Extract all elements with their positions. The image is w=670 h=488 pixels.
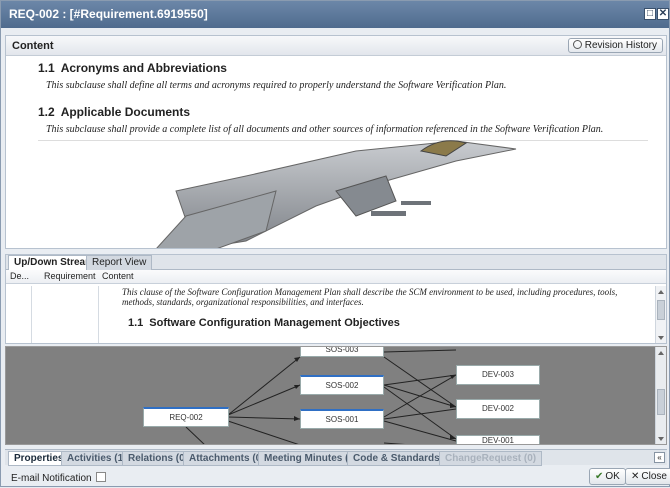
diagram-node-req-002[interactable]: REQ-002 xyxy=(143,407,229,427)
stream-body-text: This clause of the Software Configuratio… xyxy=(122,287,618,307)
diagram-node-sos-003[interactable]: SOS-003 xyxy=(300,347,384,357)
diagram-node-sos-002[interactable]: SOS-002 xyxy=(300,375,384,395)
window-title: REQ-002 : [#Requirement.6919550] xyxy=(9,7,208,21)
content-panel-header: Content Revision History xyxy=(6,36,666,56)
scroll-thumb[interactable] xyxy=(657,300,665,320)
content-panel-title: Content xyxy=(12,40,54,52)
content-panel: Content Revision History 1.1 Acronyms and… xyxy=(5,35,667,249)
email-notification-label: E-mail Notification xyxy=(11,473,92,484)
stream-panel: Up/Down Stream Report View De... Require… xyxy=(5,254,667,344)
diagram-node-dev-001[interactable]: DEV-001 xyxy=(456,435,540,444)
scroll-down-icon[interactable] xyxy=(658,336,664,340)
column-divider xyxy=(31,286,32,343)
ok-button[interactable]: ✔ OK xyxy=(589,468,626,485)
requirement-window: REQ-002 : [#Requirement.6919550] □ ✕ Con… xyxy=(0,0,670,487)
section-heading: 1.2 Applicable Documents xyxy=(38,105,191,119)
history-clock-icon xyxy=(572,40,582,49)
stream-body-heading: 1.1 Software Configuration Management Obj… xyxy=(128,317,400,329)
section-heading: 1.1 Acronyms and Abbreviations xyxy=(38,61,227,75)
diagram-connectors xyxy=(185,349,457,444)
document-body[interactable]: 1.1 Acronyms and Abbreviations This subcl… xyxy=(6,56,666,141)
column-header-content[interactable]: Content xyxy=(102,270,134,283)
scroll-up-icon[interactable] xyxy=(658,351,664,355)
stream-content-cell: This clause of the Software Configuratio… xyxy=(102,287,642,329)
scroll-thumb[interactable] xyxy=(657,389,665,415)
properties-tabbar: Properties Activities (1) Relations (0) … xyxy=(5,449,667,466)
revision-history-button[interactable]: Revision History xyxy=(567,38,663,53)
scroll-down-icon[interactable] xyxy=(658,437,664,441)
email-notification-checkbox[interactable] xyxy=(95,472,106,482)
column-header-requirement[interactable]: Requirement xyxy=(44,270,96,283)
window-titlebar[interactable]: REQ-002 : [#Requirement.6919550] □ ✕ xyxy=(1,1,669,28)
diagram-node-dev-003[interactable]: DEV-003 xyxy=(456,365,540,385)
stream-grid-header: De... Requirement Content xyxy=(6,270,666,284)
scroll-up-icon[interactable] xyxy=(658,290,664,294)
window-footer: E-mail Notification ✔ OK ✕ Close xyxy=(1,466,670,488)
section-text: This subclause shall define all terms an… xyxy=(46,80,507,91)
fighter-jet-image xyxy=(156,140,517,248)
tab-change-request: ChangeRequest (0) xyxy=(439,451,543,466)
column-header-de[interactable]: De... xyxy=(10,270,29,283)
collapse-icon[interactable]: « xyxy=(654,452,665,463)
tab-report-view[interactable]: Report View xyxy=(86,255,153,270)
revision-history-label: Revision History xyxy=(584,40,657,51)
column-divider xyxy=(98,286,99,343)
diagram-node-dev-002[interactable]: DEV-002 xyxy=(456,399,540,419)
stream-scrollbar[interactable] xyxy=(655,286,666,343)
diagram-scrollbar[interactable] xyxy=(655,347,666,444)
relation-diagram[interactable]: REQ-002 SOS-003 SOS-002 SOS-001 DEV-003 … xyxy=(5,346,667,445)
diagram-node-sos-001[interactable]: SOS-001 xyxy=(300,409,384,429)
close-x-icon: ✕ xyxy=(631,471,640,482)
ok-check-icon: ✔ xyxy=(595,471,604,482)
stream-tabs: Up/Down Stream Report View xyxy=(6,255,666,271)
maximize-icon[interactable]: □ xyxy=(644,8,656,20)
close-button[interactable]: ✕ Close xyxy=(625,468,670,485)
close-icon[interactable]: ✕ xyxy=(657,8,669,20)
email-notification[interactable]: E-mail Notification xyxy=(11,472,106,484)
